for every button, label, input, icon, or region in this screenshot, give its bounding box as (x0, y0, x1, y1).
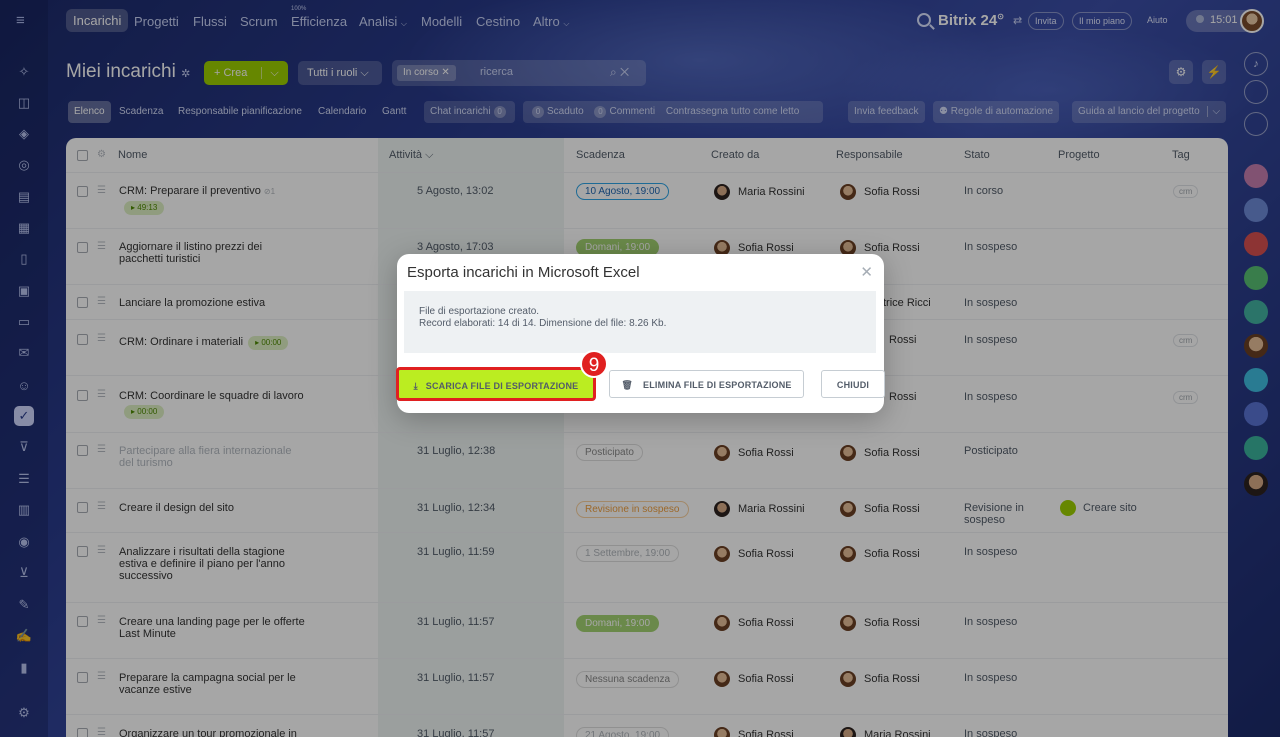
export-message: File di esportazione creato. Record elab… (404, 291, 876, 353)
dialog-title: Esporta incarichi in Microsoft Excel (407, 264, 640, 281)
download-export-button[interactable]: ⤓ SCARICA FILE DI ESPORTAZIONE (396, 367, 596, 401)
delete-export-button[interactable]: 🗑 ELIMINA FILE DI ESPORTAZIONE (609, 370, 804, 398)
close-button[interactable]: CHIUDI (821, 370, 885, 398)
delete-label: ELIMINA FILE DI ESPORTAZIONE (643, 380, 792, 390)
close-icon[interactable]: ✕ (860, 263, 873, 281)
export-status-line: File di esportazione creato. (419, 306, 540, 317)
export-dialog: Esporta incarichi in Microsoft Excel ✕ F… (396, 254, 885, 413)
export-details-line: Record elaborati: 14 di 14. Dimensione d… (419, 318, 667, 329)
step-number-badge: 9 (580, 350, 608, 378)
download-label: SCARICA FILE DI ESPORTAZIONE (425, 381, 579, 391)
trash-icon: 🗑 (621, 380, 634, 390)
download-icon: ⤓ (413, 381, 418, 391)
